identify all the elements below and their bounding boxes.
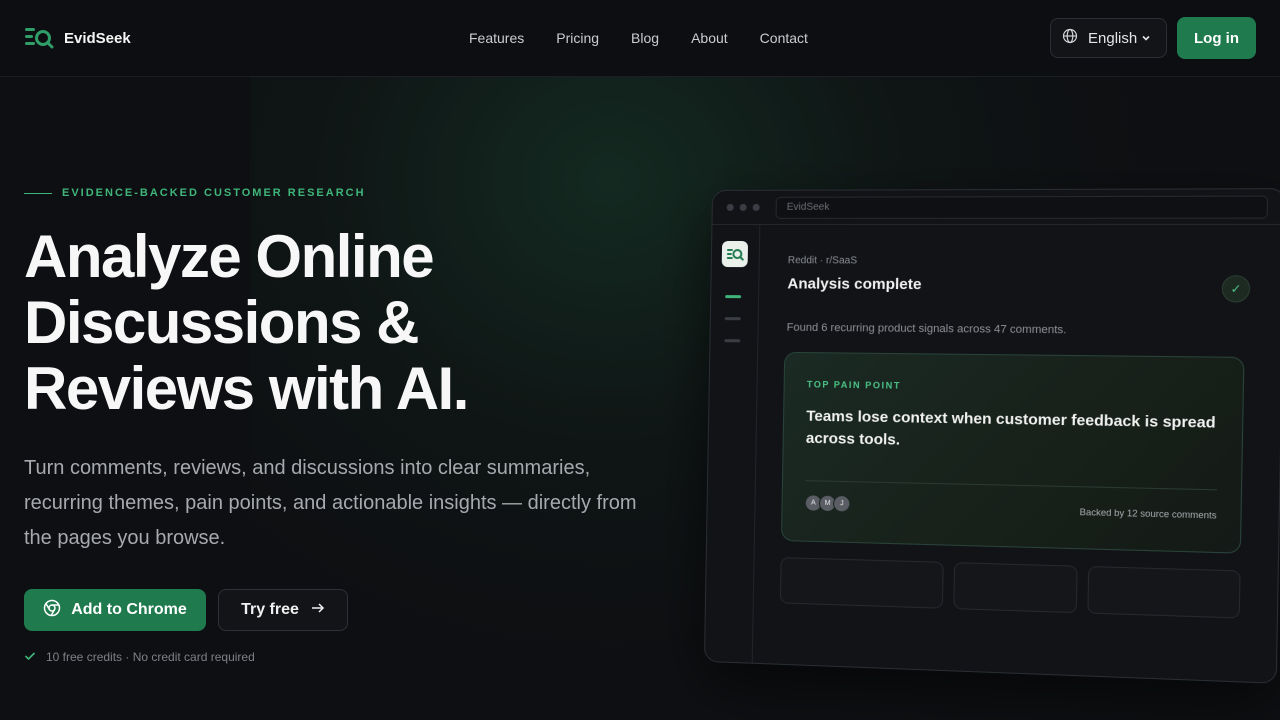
- brand-name: EvidSeek: [64, 30, 131, 47]
- hero-headline: Analyze Online Discussions & Reviews wit…: [24, 224, 544, 422]
- window-dot: [727, 204, 734, 211]
- placeholder-tile: [1087, 566, 1240, 619]
- main-nav: Features Pricing Blog About Contact: [469, 30, 808, 46]
- card-divider: [805, 480, 1217, 490]
- pain-point-card: TOP PAIN POINT Teams lose context when c…: [781, 352, 1245, 554]
- chrome-icon: [43, 599, 61, 622]
- free-credits-text: 10 free credits · No credit card require…: [46, 650, 255, 664]
- preview-sidebar: [705, 225, 760, 663]
- free-credits-note: 10 free credits · No credit card require…: [24, 650, 255, 664]
- preview-status-title: Analysis complete: [787, 275, 921, 293]
- magnifier-list-icon: [24, 24, 54, 52]
- login-button[interactable]: Log in: [1177, 17, 1256, 59]
- nav-contact[interactable]: Contact: [760, 30, 808, 46]
- preview-source: Reddit · r/SaaS: [788, 255, 857, 266]
- add-to-chrome-button[interactable]: Add to Chrome: [24, 589, 206, 631]
- eyebrow-text: EVIDENCE-BACKED CUSTOMER RESEARCH: [62, 187, 366, 199]
- nav-pricing[interactable]: Pricing: [556, 30, 599, 46]
- sidebar-item: [724, 339, 740, 342]
- preview-url-bar: EvidSeek: [776, 195, 1269, 218]
- try-free-button[interactable]: Try free: [218, 589, 348, 631]
- globe-icon: [1062, 28, 1078, 48]
- preview-content: Reddit · r/SaaS Analysis complete ✓ Foun…: [753, 225, 1280, 683]
- placeholder-tile: [953, 562, 1077, 613]
- nav-features[interactable]: Features: [469, 30, 524, 46]
- top-navigation-bar: EvidSeek Features Pricing Blog About Con…: [0, 0, 1280, 77]
- product-preview-window: EvidSeek Reddit · r/SaaS Analysis comple…: [704, 188, 1280, 684]
- window-dot: [740, 204, 747, 211]
- pain-point-label: TOP PAIN POINT: [807, 379, 901, 390]
- arrow-right-icon: [311, 601, 325, 619]
- nav-about[interactable]: About: [691, 30, 728, 46]
- avatar: J: [833, 495, 851, 513]
- backed-by-count: Backed by 12 source comments: [1079, 507, 1216, 521]
- hero-subtitle: Turn comments, reviews, and discussions …: [24, 451, 644, 556]
- preview-summary: Found 6 recurring product signals across…: [787, 322, 1067, 337]
- eyebrow-line: [24, 193, 52, 194]
- check-icon: [24, 650, 36, 664]
- brand-logo[interactable]: EvidSeek: [24, 24, 131, 52]
- nav-blog[interactable]: Blog: [631, 30, 659, 46]
- window-dot: [753, 204, 760, 211]
- sidebar-item-active: [725, 295, 741, 298]
- hero-eyebrow: EVIDENCE-BACKED CUSTOMER RESEARCH: [24, 187, 366, 199]
- source-avatars: A M J: [805, 494, 848, 512]
- pain-point-text: Teams lose context when customer feedbac…: [806, 406, 1225, 459]
- language-label: English: [1088, 30, 1137, 47]
- preview-browser-bar: EvidSeek: [712, 189, 1280, 225]
- add-to-chrome-label: Add to Chrome: [71, 601, 187, 619]
- try-free-label: Try free: [241, 601, 299, 619]
- sidebar-item: [725, 317, 741, 320]
- language-selector[interactable]: English: [1050, 18, 1167, 58]
- preview-logo-icon: [722, 241, 748, 267]
- placeholder-tile: [780, 557, 944, 609]
- complete-check-icon: ✓: [1222, 275, 1251, 302]
- chevron-down-icon: [1141, 30, 1151, 47]
